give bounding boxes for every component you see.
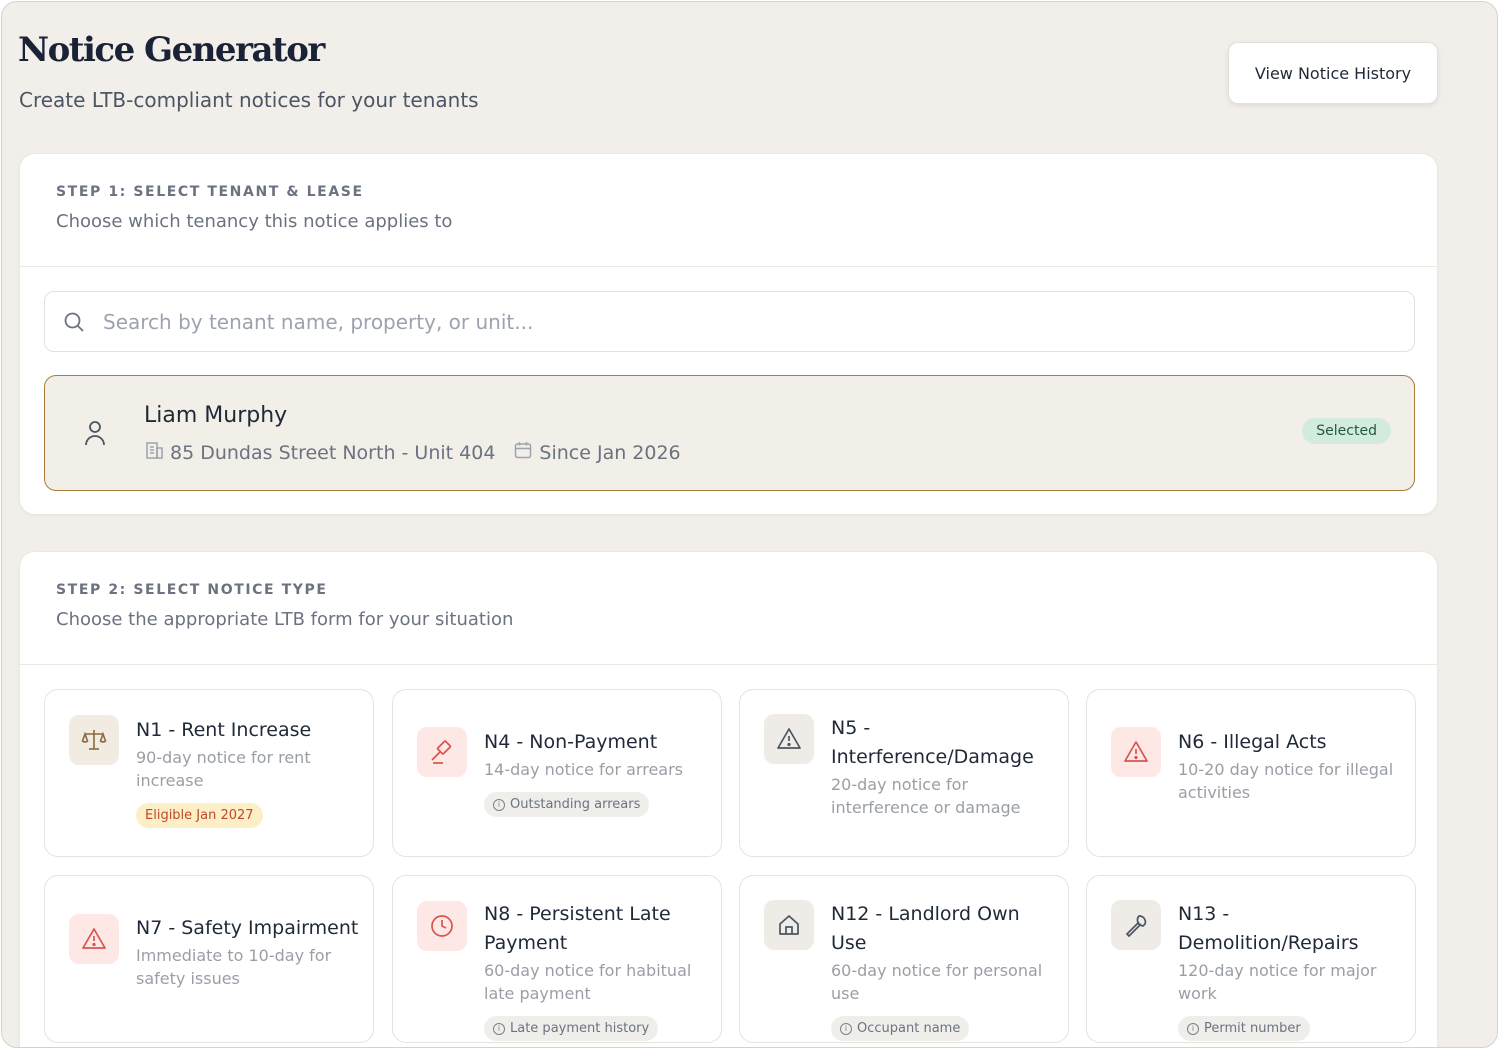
notice-title: N7 - Safety Impairment bbox=[136, 917, 359, 939]
notice-description: 10-20 day notice for illegal activities bbox=[1178, 760, 1394, 802]
notice-card-n12[interactable]: N12 - Landlord Own Use 60-day notice for… bbox=[739, 875, 1069, 1043]
step1-description: Choose which tenancy this notice applies… bbox=[56, 211, 453, 232]
view-notice-history-button[interactable]: View Notice History bbox=[1228, 42, 1438, 104]
notice-card-n6[interactable]: N6 - Illegal Acts 10-20 day notice for i… bbox=[1086, 689, 1416, 857]
scale-icon bbox=[69, 715, 119, 765]
info-icon: i bbox=[493, 1022, 505, 1035]
requirement-tag: i Occupant name bbox=[831, 1016, 970, 1041]
divider bbox=[20, 664, 1437, 665]
info-icon: i bbox=[840, 1022, 852, 1035]
tenant-search-input[interactable] bbox=[103, 292, 1393, 351]
wrench-icon bbox=[1111, 900, 1161, 950]
notice-title: N12 - Landlord Own Use bbox=[831, 903, 1020, 954]
tenant-meta: 85 Dundas Street North - Unit 404 Since … bbox=[144, 440, 681, 465]
tenant-address: 85 Dundas Street North - Unit 404 bbox=[170, 441, 496, 464]
notice-card-n1[interactable]: N1 - Rent Increase 90-day notice for ren… bbox=[44, 689, 374, 857]
notice-card-n5[interactable]: N5 - Interference/Damage 20-day notice f… bbox=[739, 689, 1069, 857]
step2-card: STEP 2: SELECT NOTICE TYPE Choose the ap… bbox=[19, 551, 1438, 1047]
requirement-tag: i Outstanding arrears bbox=[484, 792, 650, 817]
notice-card-n7[interactable]: N7 - Safety Impairment Immediate to 10-d… bbox=[44, 875, 374, 1043]
tenant-name: Liam Murphy bbox=[144, 403, 288, 428]
notice-title: N6 - Illegal Acts bbox=[1178, 731, 1327, 753]
notice-description: Immediate to 10-day for safety issues bbox=[136, 946, 332, 988]
notice-description: 60-day notice for habitual late payment bbox=[484, 961, 692, 1003]
notice-title: N4 - Non-Payment bbox=[484, 731, 658, 753]
info-icon: i bbox=[1187, 1022, 1199, 1035]
alert-icon bbox=[1111, 727, 1161, 777]
home-icon bbox=[764, 900, 814, 950]
notice-title: N8 - Persistent Late Payment bbox=[484, 903, 671, 954]
notice-title: N13 - Demolition/Repairs bbox=[1178, 903, 1359, 954]
info-icon: i bbox=[493, 798, 505, 811]
notice-title: N5 - Interference/Damage bbox=[831, 717, 1034, 768]
tenant-option-liam-murphy[interactable]: Liam Murphy 85 Dundas Street North - Uni… bbox=[44, 375, 1415, 491]
selected-badge: Selected bbox=[1302, 418, 1391, 444]
page-title: Notice Generator bbox=[18, 30, 325, 70]
step2-description: Choose the appropriate LTB form for your… bbox=[56, 609, 514, 630]
step1-label: STEP 1: SELECT TENANT & LEASE bbox=[56, 184, 364, 200]
calendar-icon bbox=[513, 440, 539, 465]
notice-description: 90-day notice for rent increase bbox=[136, 748, 311, 790]
notice-description: 120-day notice for major work bbox=[1178, 961, 1377, 1003]
notice-card-n4[interactable]: N4 - Non-Payment 14-day notice for arrea… bbox=[392, 689, 722, 857]
step2-label: STEP 2: SELECT NOTICE TYPE bbox=[56, 582, 328, 598]
tenant-search-box bbox=[44, 291, 1415, 352]
notice-card-n8[interactable]: N8 - Persistent Late Payment 60-day noti… bbox=[392, 875, 722, 1043]
eligibility-tag: Eligible Jan 2027 bbox=[136, 803, 263, 828]
alert-icon bbox=[69, 914, 119, 964]
notice-title: N1 - Rent Increase bbox=[136, 719, 312, 741]
search-icon bbox=[63, 311, 85, 333]
clock-icon bbox=[417, 901, 467, 951]
requirement-tag: i Permit number bbox=[1178, 1016, 1310, 1041]
notice-description: 60-day notice for personal use bbox=[831, 961, 1043, 1003]
warning-icon bbox=[764, 714, 814, 764]
step1-card: STEP 1: SELECT TENANT & LEASE Choose whi… bbox=[19, 153, 1438, 515]
notice-description: 14-day notice for arrears bbox=[484, 760, 683, 779]
notice-description: 20-day notice for interference or damage bbox=[831, 775, 1021, 817]
building-icon bbox=[144, 440, 170, 465]
gavel-icon bbox=[417, 727, 467, 777]
notice-card-n13[interactable]: N13 - Demolition/Repairs 120-day notice … bbox=[1086, 875, 1416, 1043]
page-subtitle: Create LTB-compliant notices for your te… bbox=[19, 88, 479, 112]
tenant-since: Since Jan 2026 bbox=[539, 441, 681, 464]
divider bbox=[20, 266, 1437, 267]
requirement-tag: i Late payment history bbox=[484, 1016, 659, 1041]
app-frame: Notice Generator Create LTB-compliant no… bbox=[1, 1, 1498, 1048]
user-icon bbox=[83, 419, 107, 447]
